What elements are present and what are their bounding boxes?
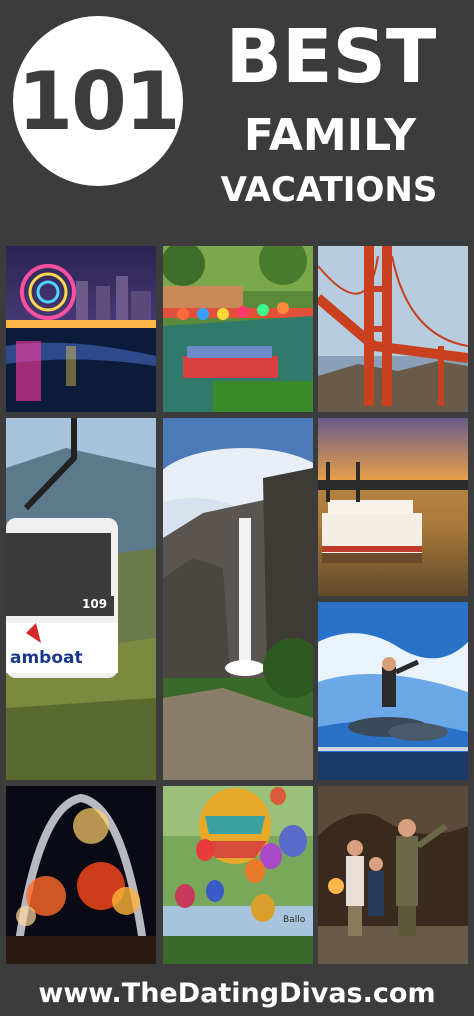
footer: www.TheDatingDivas.com	[0, 970, 474, 1016]
photo-dolphin-show	[318, 602, 468, 780]
photo-hot-air-balloons: Ballo	[163, 786, 313, 964]
photo-riverwalk-boat	[163, 246, 313, 412]
footer-url[interactable]: www.TheDatingDivas.com	[0, 970, 474, 1016]
title-vacations: VACATIONS	[220, 170, 438, 210]
photo-golden-gate-bridge	[318, 246, 468, 412]
title-best: BEST	[225, 14, 437, 100]
badge-number: 101	[17, 54, 181, 148]
photo-beach-ferris-wheel	[6, 246, 156, 412]
photo-riverboat-sunset	[318, 418, 468, 596]
photo-gateway-arch-fireworks	[6, 786, 156, 964]
gondola-number: 109	[82, 597, 107, 611]
header: 101 BEST FAMILY VACATIONS	[0, 0, 474, 240]
balloon-caption: Ballo	[283, 915, 306, 925]
gondola-sign: amboat	[10, 648, 83, 668]
photo-steamboat-gondola: amboat 109	[6, 418, 156, 780]
photo-cave-tour	[318, 786, 468, 964]
number-badge: 101	[13, 16, 183, 186]
photo-yosemite-falls	[163, 418, 313, 780]
title-family: FAMILY	[243, 110, 417, 161]
